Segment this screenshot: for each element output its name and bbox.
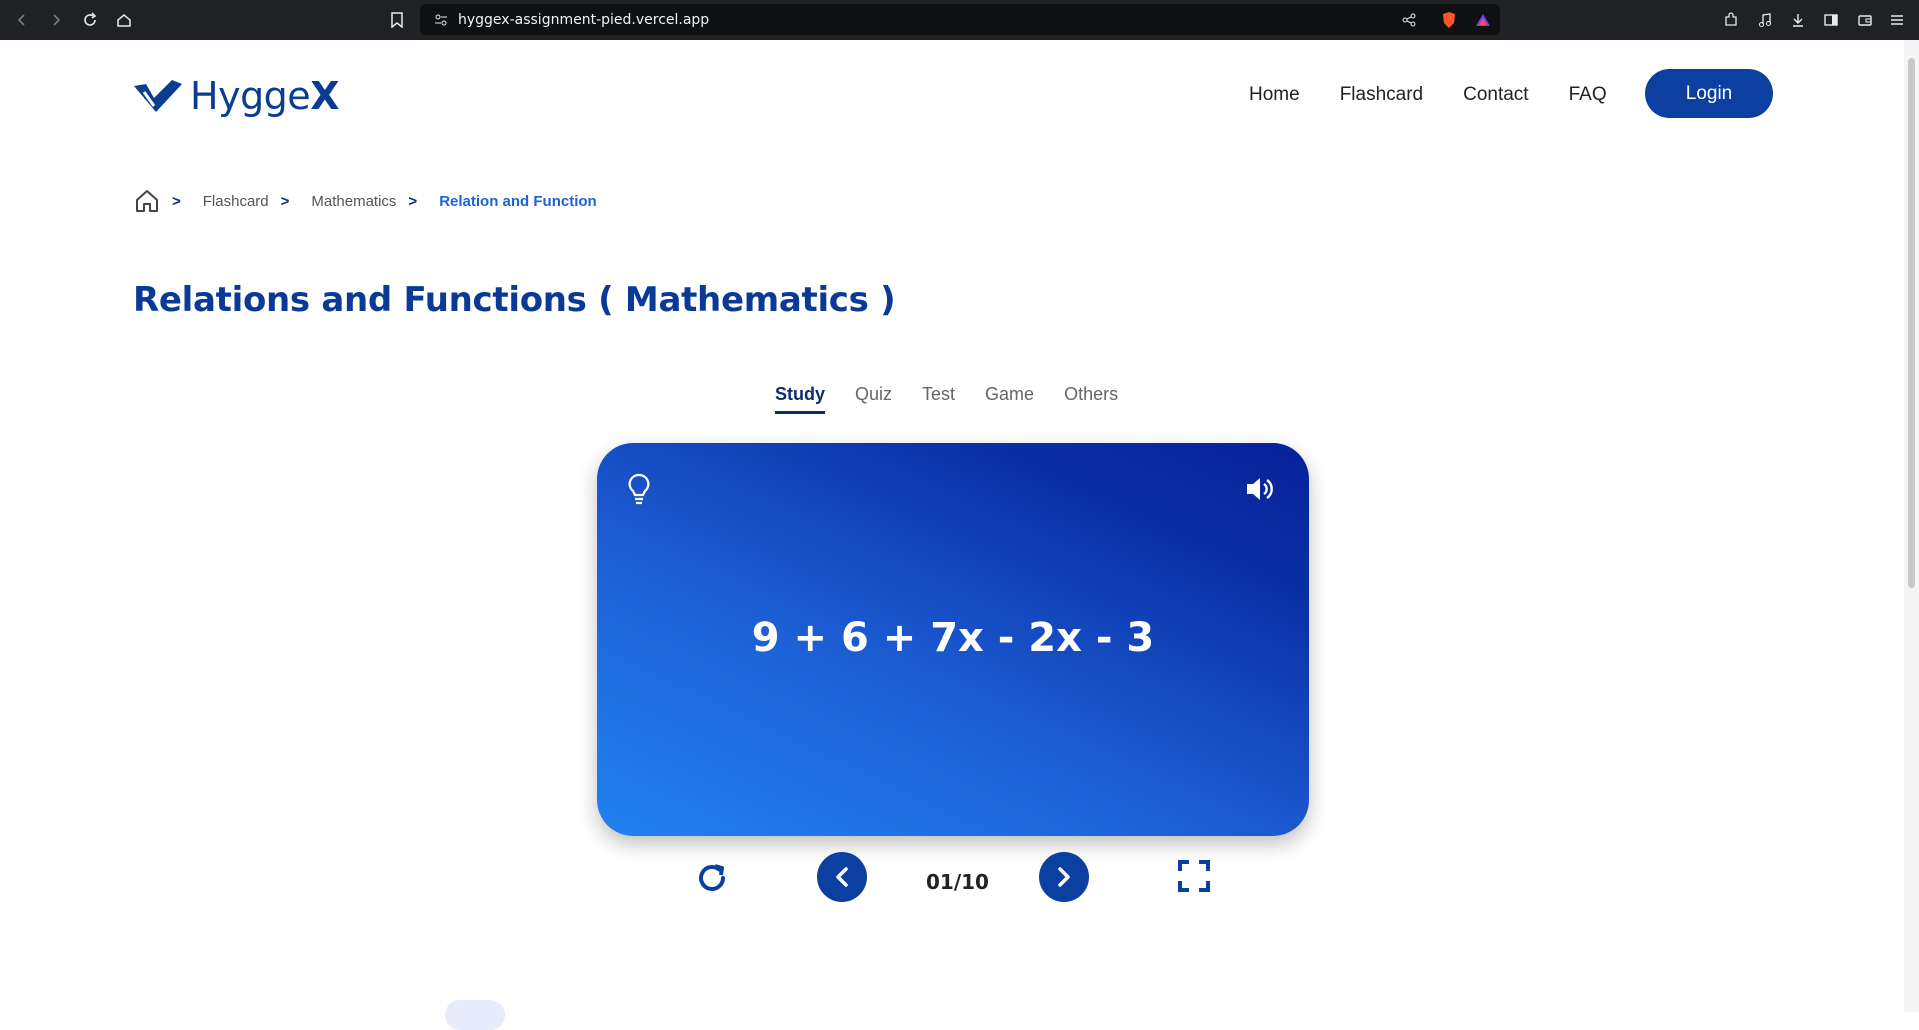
tab-others[interactable]: Others <box>1064 384 1118 414</box>
hint-bulb-icon[interactable] <box>627 473 651 510</box>
fullscreen-icon[interactable] <box>1176 858 1212 894</box>
extensions-icon[interactable] <box>1720 9 1742 31</box>
nav-contact[interactable]: Contact <box>1463 84 1528 106</box>
next-card-button[interactable] <box>1039 852 1089 902</box>
flashcard[interactable]: 9 + 6 + 7x - 2x - 3 <box>597 443 1309 836</box>
brave-shield-icon[interactable] <box>1438 9 1460 31</box>
site-info-icon[interactable] <box>430 9 452 31</box>
chevron-right-icon <box>1058 867 1070 887</box>
back-icon[interactable] <box>10 8 34 32</box>
nav-faq[interactable]: FAQ <box>1569 84 1607 106</box>
url-text: hyggex-assignment-pied.vercel.app <box>458 12 710 28</box>
breadcrumb-flashcard[interactable]: Flashcard <box>203 193 269 210</box>
tab-study[interactable]: Study <box>775 384 826 414</box>
browser-toolbar: hyggex-assignment-pied.vercel.app <box>0 0 1919 40</box>
reset-icon[interactable] <box>692 858 732 898</box>
tab-game[interactable]: Game <box>985 384 1034 414</box>
breadcrumb-separator: > <box>408 192 418 210</box>
rewards-icon[interactable] <box>1472 9 1494 31</box>
main-nav: Home Flashcard Contact FAQ <box>1249 80 1647 110</box>
breadcrumb-current: Relation and Function <box>439 192 597 210</box>
breadcrumb-mathematics[interactable]: Mathematics <box>311 193 396 210</box>
breadcrumb-separator: > <box>280 192 290 210</box>
tab-test[interactable]: Test <box>922 384 955 414</box>
chevron-left-icon <box>836 867 848 887</box>
card-counter: 01/10 <box>926 870 989 894</box>
breadcrumb-separator: > <box>172 192 181 210</box>
login-button[interactable]: Login <box>1645 69 1773 118</box>
menu-icon[interactable] <box>1886 9 1908 31</box>
mode-tabs: Study Quiz Test Game Others <box>775 384 1148 414</box>
home-icon[interactable] <box>134 188 160 214</box>
scrollbar-thumb[interactable] <box>1908 58 1915 588</box>
wallet-icon[interactable] <box>1854 9 1876 31</box>
decorative-blob <box>445 1000 505 1030</box>
previous-card-button[interactable] <box>817 852 867 902</box>
breadcrumb: > Flashcard > Mathematics > Relation and… <box>134 186 597 216</box>
reload-icon[interactable] <box>78 8 102 32</box>
bookmark-icon[interactable] <box>386 9 408 31</box>
home-icon[interactable] <box>112 8 136 32</box>
address-bar[interactable]: hyggex-assignment-pied.vercel.app <box>420 4 1500 35</box>
media-icon[interactable] <box>1754 9 1776 31</box>
nav-home[interactable]: Home <box>1249 84 1300 106</box>
download-icon[interactable] <box>1787 9 1809 31</box>
tab-quiz[interactable]: Quiz <box>855 384 892 414</box>
logo-text: HyggeX <box>190 74 339 118</box>
page-scrollbar[interactable] <box>1904 40 1919 1012</box>
logo-mark-icon <box>134 80 182 112</box>
speaker-icon[interactable] <box>1245 475 1275 508</box>
logo[interactable]: HyggeX <box>132 74 339 118</box>
share-icon[interactable] <box>1398 9 1420 31</box>
page-title: Relations and Functions ( Mathematics ) <box>133 280 896 320</box>
flashcard-question: 9 + 6 + 7x - 2x - 3 <box>751 615 1155 661</box>
nav-flashcard[interactable]: Flashcard <box>1340 84 1423 106</box>
sidebar-icon[interactable] <box>1820 9 1842 31</box>
forward-icon[interactable] <box>44 8 68 32</box>
